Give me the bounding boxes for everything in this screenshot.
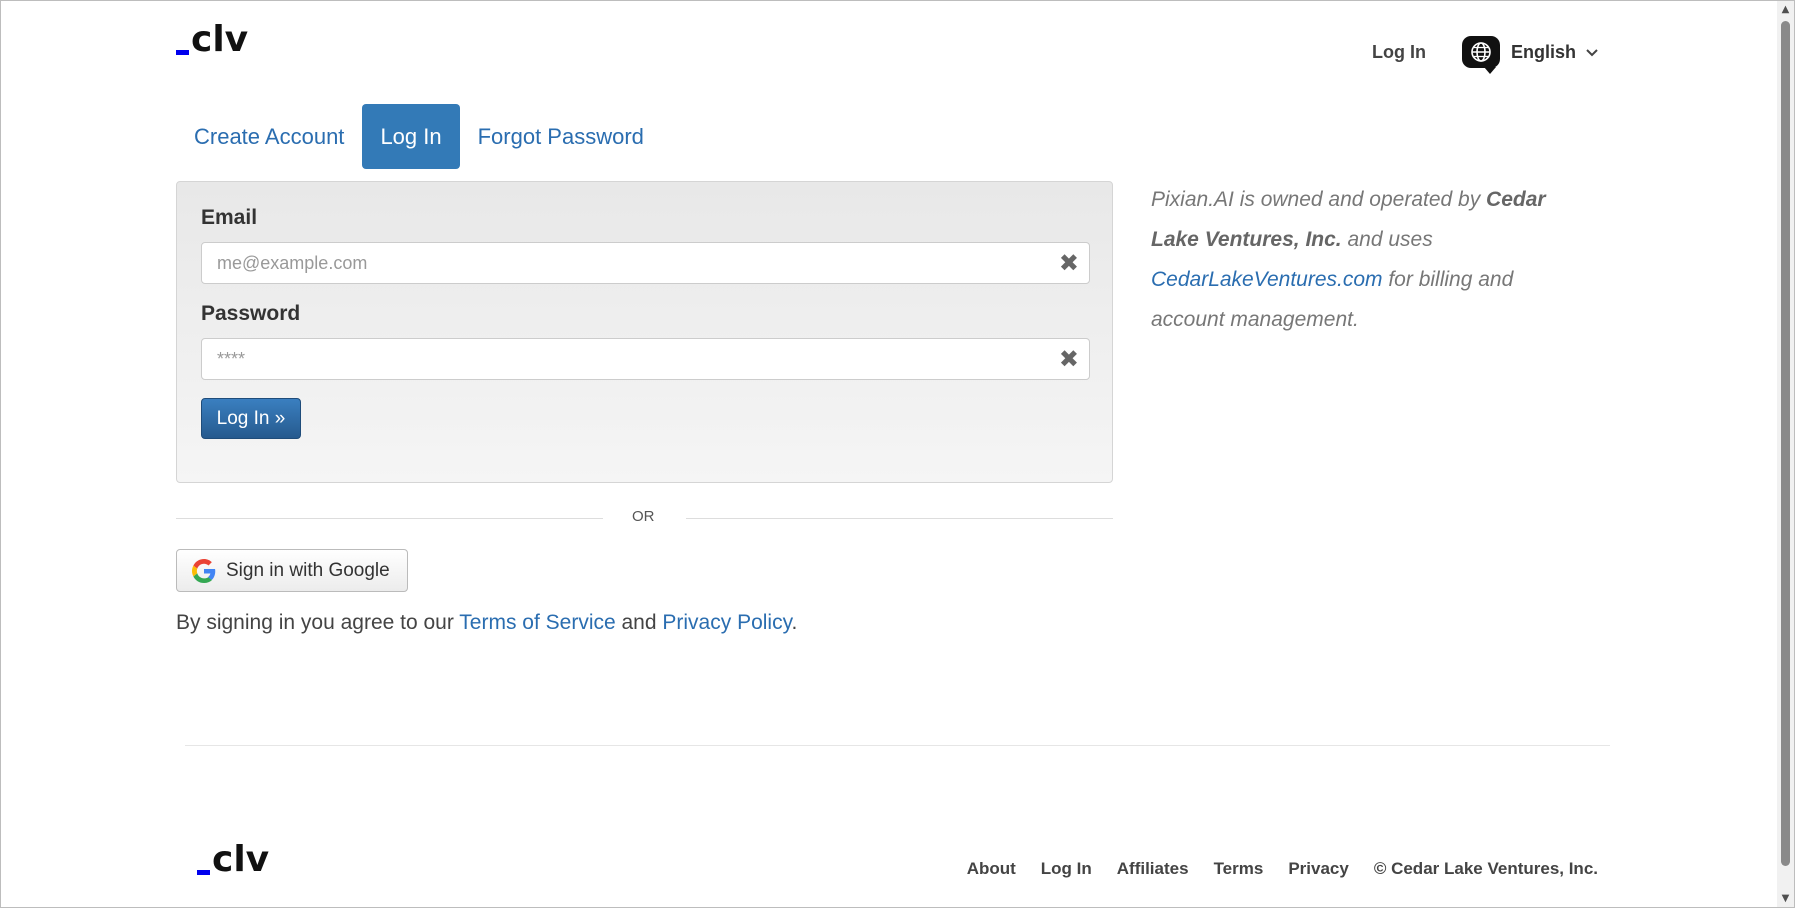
google-icon xyxy=(192,558,216,583)
auth-tabs: Create Account Log In Forgot Password xyxy=(176,104,662,169)
privacy-link[interactable]: Privacy Policy xyxy=(662,611,791,634)
header-login-link[interactable]: Log In xyxy=(1372,42,1426,63)
footer-link-login[interactable]: Log In xyxy=(1041,859,1092,879)
globe-icon xyxy=(1462,36,1500,74)
logo-text: clv xyxy=(191,19,249,60)
footer-logo-text: clv xyxy=(212,839,270,880)
footer-link-affiliates[interactable]: Affiliates xyxy=(1117,859,1189,879)
clear-icon[interactable]: ✖ xyxy=(1059,345,1079,373)
email-field[interactable] xyxy=(202,243,1089,283)
agreement-suffix: . xyxy=(791,611,798,634)
note-part1: Pixian.AI is owned and operated by xyxy=(1151,188,1487,211)
ownership-note: Pixian.AI is owned and operated by Cedar… xyxy=(1151,180,1571,340)
language-selector[interactable]: English xyxy=(1462,36,1598,74)
cedar-lake-link[interactable]: CedarLakeVentures.com xyxy=(1151,268,1383,291)
chevron-down-icon xyxy=(1586,45,1598,60)
email-label: Email xyxy=(201,206,258,229)
password-field[interactable] xyxy=(202,339,1089,379)
agreement-middle: and xyxy=(615,611,663,634)
logo-dash xyxy=(197,870,210,875)
google-signin-button[interactable]: Sign in with Google xyxy=(176,549,408,592)
scroll-up-icon[interactable]: ▲ xyxy=(1777,1,1794,18)
vertical-scrollbar[interactable]: ▲ ▼ xyxy=(1777,1,1794,907)
footer-link-about[interactable]: About xyxy=(967,859,1016,879)
scroll-down-icon[interactable]: ▼ xyxy=(1777,890,1794,907)
agreement-prefix: By signing in you agree to our xyxy=(176,611,460,634)
footer-divider xyxy=(185,745,1610,746)
tab-log-in[interactable]: Log In xyxy=(362,104,460,169)
login-form: Email ✖ Password ✖ Log In » xyxy=(176,181,1113,483)
footer-link-terms[interactable]: Terms xyxy=(1214,859,1264,879)
footer-logo[interactable]: clv xyxy=(197,842,269,878)
logo-dash xyxy=(176,50,189,55)
email-field-wrapper: ✖ xyxy=(201,242,1090,284)
tab-create-account[interactable]: Create Account xyxy=(176,104,362,169)
note-part2: and uses xyxy=(1341,228,1433,251)
scroll-thumb[interactable] xyxy=(1781,21,1790,866)
terms-link[interactable]: Terms of Service xyxy=(459,611,615,634)
or-divider-text: OR xyxy=(632,508,655,525)
divider-line-left xyxy=(176,518,603,519)
tab-forgot-password[interactable]: Forgot Password xyxy=(460,104,662,169)
password-field-wrapper: ✖ xyxy=(201,338,1090,380)
footer-link-privacy[interactable]: Privacy xyxy=(1288,859,1349,879)
agreement-text: By signing in you agree to our Terms of … xyxy=(176,611,797,635)
language-label: English xyxy=(1511,41,1577,62)
logo[interactable]: clv xyxy=(176,22,248,58)
clear-icon[interactable]: ✖ xyxy=(1059,249,1079,277)
divider-line-right xyxy=(686,518,1113,519)
google-signin-label: Sign in with Google xyxy=(226,559,390,581)
password-label: Password xyxy=(201,302,301,325)
login-submit-button[interactable]: Log In » xyxy=(201,398,301,439)
footer-copyright: © Cedar Lake Ventures, Inc. xyxy=(1373,859,1598,878)
footer-links: About Log In Affiliates Terms Privacy © … xyxy=(967,859,1598,879)
